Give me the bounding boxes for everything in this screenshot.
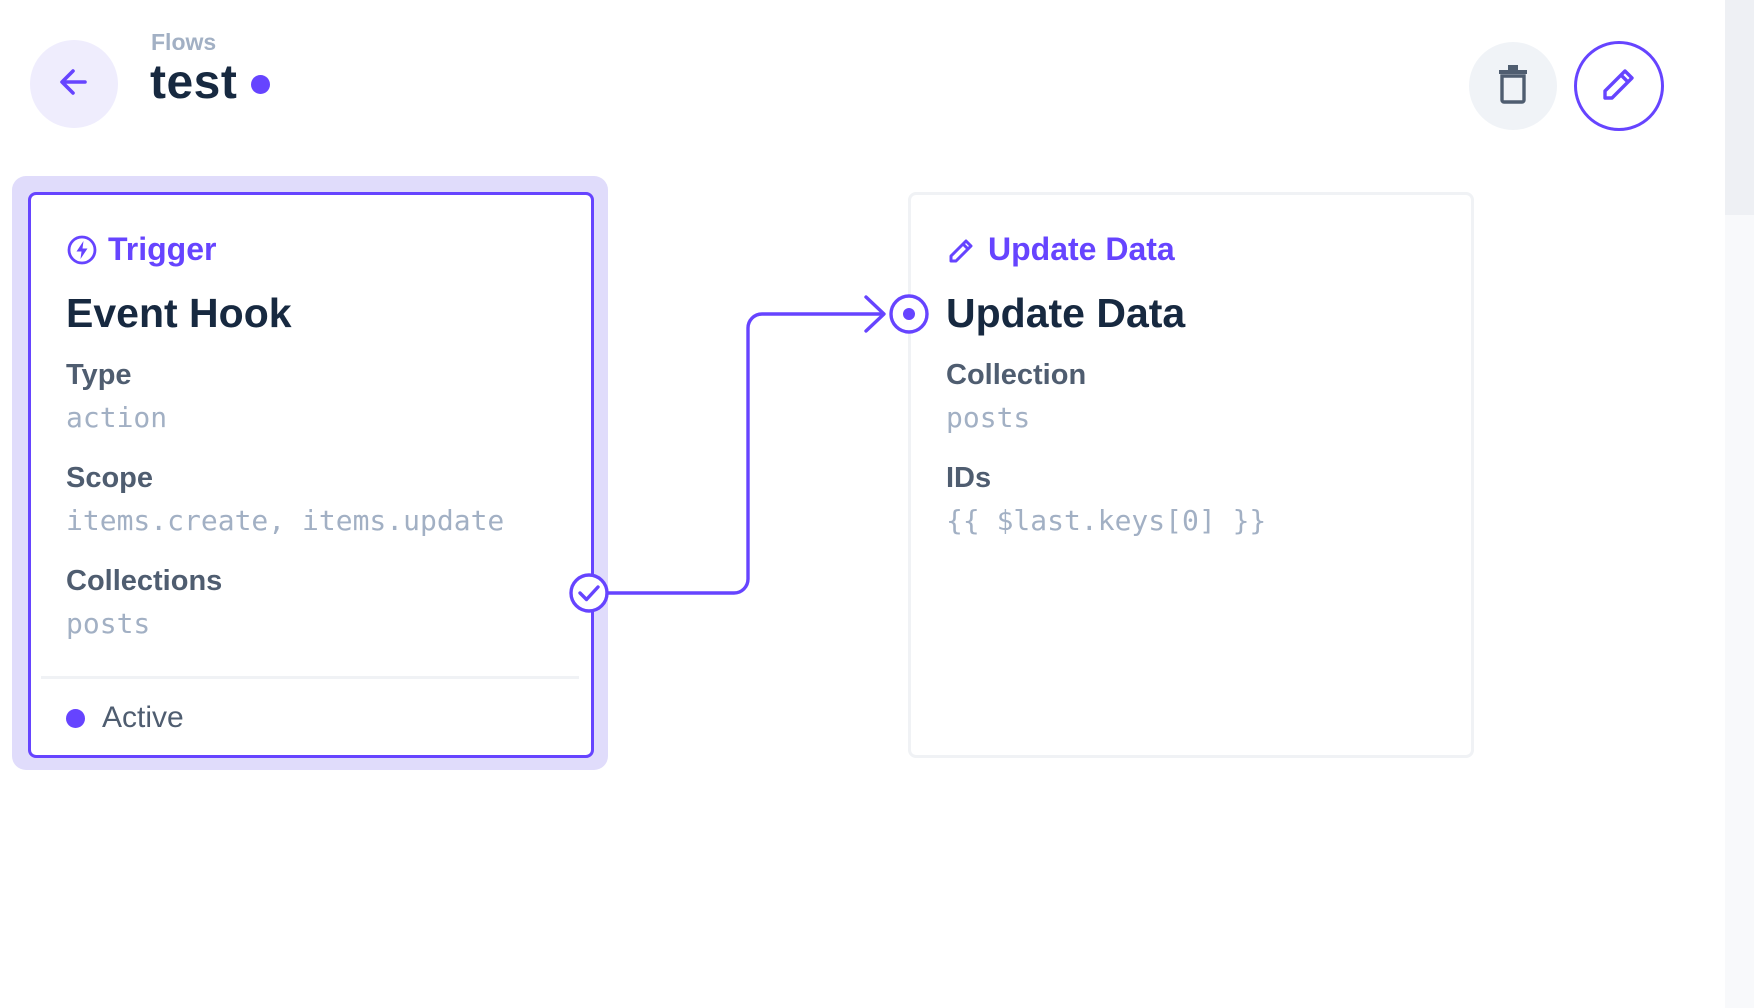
bolt-circle-icon [66,234,98,266]
field-value: action [66,401,168,434]
operation-header-label: Update Data [988,231,1175,267]
field-value: items.create, items.update [66,504,505,537]
pencil-icon [1599,64,1639,109]
field-value: {{ $last.keys[0] }} [946,504,1267,537]
check-circle-icon[interactable] [569,573,609,613]
breadcrumb[interactable]: Flows [151,29,216,56]
flow-status-dot [251,75,271,94]
page-title: test [150,56,238,109]
trigger-panel[interactable]: Trigger Event Hook Type action Scope ite… [28,192,594,758]
trigger-status: Active [66,701,184,735]
active-status-dot [66,708,85,728]
operation-field-ids: IDs {{ $last.keys[0] }} [946,461,1266,538]
scrollbar-thumb[interactable] [1725,0,1754,215]
trash-icon [1496,64,1530,109]
title-row: test [150,55,271,110]
pencil-icon [946,234,978,266]
edit-flow-button[interactable] [1574,41,1664,131]
field-value: posts [66,607,151,640]
vertical-scrollbar[interactable] [1725,0,1754,1008]
back-button[interactable] [30,40,118,128]
field-label: Scope [66,462,154,494]
status-label: Active [102,701,184,734]
operation-panel-header: Update Data [946,231,1175,268]
field-label: Collections [66,565,223,597]
delete-flow-button[interactable] [1469,42,1557,130]
arrow-left-icon [54,62,94,107]
panel-divider [41,676,579,679]
trigger-header-label: Trigger [108,231,217,267]
field-value: posts [946,401,1031,434]
trigger-field-collections: Collections posts [66,564,222,641]
trigger-name: Event Hook [66,290,292,336]
trigger-panel-header: Trigger [66,231,216,268]
target-dot-icon[interactable] [889,294,929,334]
field-label: Collection [946,359,1087,391]
flow-editor-page: Flows test Trigger Event Hook Type actio… [0,0,1754,1008]
connector-line [606,312,884,595]
field-label: Type [66,359,132,391]
operation-panel[interactable]: Update Data Update Data Collection posts… [908,192,1474,758]
trigger-field-scope: Scope items.create, items.update [66,461,504,538]
connector-arrowhead [864,295,886,333]
trigger-field-type: Type action [66,358,167,435]
field-label: IDs [946,462,992,494]
operation-field-collection: Collection posts [946,358,1086,435]
operation-name: Update Data [946,290,1186,336]
